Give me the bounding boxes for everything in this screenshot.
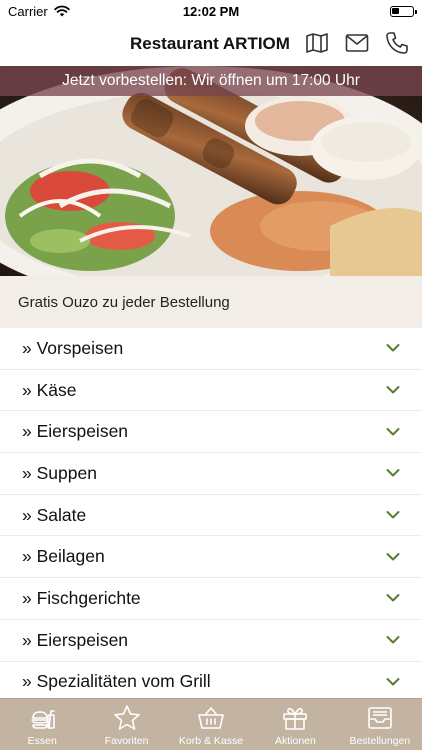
tab-bestellungen[interactable]: Bestellungen	[338, 699, 422, 750]
tab-label: Korb & Kasse	[178, 735, 244, 747]
menu-item-label: » Eierspeisen	[22, 421, 129, 442]
chevron-down-icon	[386, 344, 400, 352]
food-photo	[0, 66, 422, 276]
menu-item-kaese[interactable]: » Käse	[0, 370, 422, 412]
basket-icon	[198, 707, 224, 729]
chevron-down-icon	[386, 427, 400, 436]
tab-essen[interactable]: Essen	[0, 699, 84, 750]
battery-icon	[390, 5, 417, 17]
menu-list: » Vorspeisen » Käse » Eierspeisen » Supp…	[0, 328, 422, 704]
inbox-icon	[368, 707, 392, 729]
gift-icon	[283, 707, 308, 730]
chevron-down-icon	[386, 552, 400, 561]
map-icon[interactable]	[304, 30, 330, 56]
tab-label: Favoriten	[104, 735, 149, 747]
nav-bar: Restaurant ARTIOM	[0, 22, 422, 66]
chevron-down-icon	[386, 511, 400, 519]
chevron-down-icon	[386, 677, 400, 686]
mail-icon[interactable]	[344, 30, 370, 56]
tab-favoriten[interactable]: Favoriten	[84, 699, 168, 750]
status-bar: Carrier 12:02 PM	[0, 0, 422, 22]
tab-bar: Essen Favoriten Korb & Kasse Aktionen Be…	[0, 698, 422, 750]
menu-item-label: » Fischgerichte	[22, 587, 141, 608]
menu-item-label: » Eierspeisen	[22, 629, 129, 650]
carrier-label: Carrier	[8, 3, 48, 19]
chevron-down-icon	[386, 594, 400, 602]
tab-label: Bestellungen	[349, 735, 411, 747]
nav-actions	[304, 30, 410, 56]
page-title: Restaurant ARTIOM	[130, 34, 290, 53]
tab-aktionen[interactable]: Aktionen	[253, 699, 337, 750]
star-icon	[113, 705, 140, 730]
menu-item-label: » Suppen	[22, 462, 97, 483]
tab-korb-kasse[interactable]: Korb & Kasse	[169, 699, 253, 750]
menu-item-beilagen[interactable]: » Beilagen	[0, 536, 422, 579]
menu-item-vorspeisen[interactable]: » Vorspeisen	[0, 328, 422, 370]
chevron-down-icon	[386, 386, 400, 394]
wifi-icon	[54, 5, 70, 17]
tab-label: Aktionen	[274, 735, 316, 747]
tab-label: Essen	[27, 735, 57, 747]
promo-banner: Gratis Ouzo zu jeder Bestellung	[0, 276, 422, 328]
menu-item-eierspeisen[interactable]: » Eierspeisen	[0, 411, 422, 454]
menu-item-label: » Käse	[22, 379, 77, 400]
chevron-down-icon	[386, 469, 400, 477]
chevron-down-icon	[386, 636, 400, 644]
menu-item-fischgerichte[interactable]: » Fischgerichte	[0, 578, 422, 620]
menu-item-label: » Vorspeisen	[22, 337, 124, 358]
phone-icon[interactable]	[384, 30, 410, 56]
menu-item-grill[interactable]: » Spezialitäten vom Grill	[0, 662, 422, 704]
menu-item-eierspeisen-2[interactable]: » Eierspeisen	[0, 620, 422, 662]
menu-item-label: » Spezialitäten vom Grill	[22, 671, 211, 692]
status-left: Carrier	[8, 4, 70, 19]
hero-image: Jetzt vorbestellen: Wir öffnen um 17:00 …	[0, 66, 422, 276]
opening-banner: Jetzt vorbestellen: Wir öffnen um 17:00 …	[0, 66, 422, 96]
menu-item-suppen[interactable]: » Suppen	[0, 453, 422, 495]
menu-item-label: » Beilagen	[22, 546, 105, 567]
menu-item-salate[interactable]: » Salate	[0, 495, 422, 537]
food-icon	[31, 710, 56, 729]
menu-item-label: » Salate	[22, 504, 87, 525]
